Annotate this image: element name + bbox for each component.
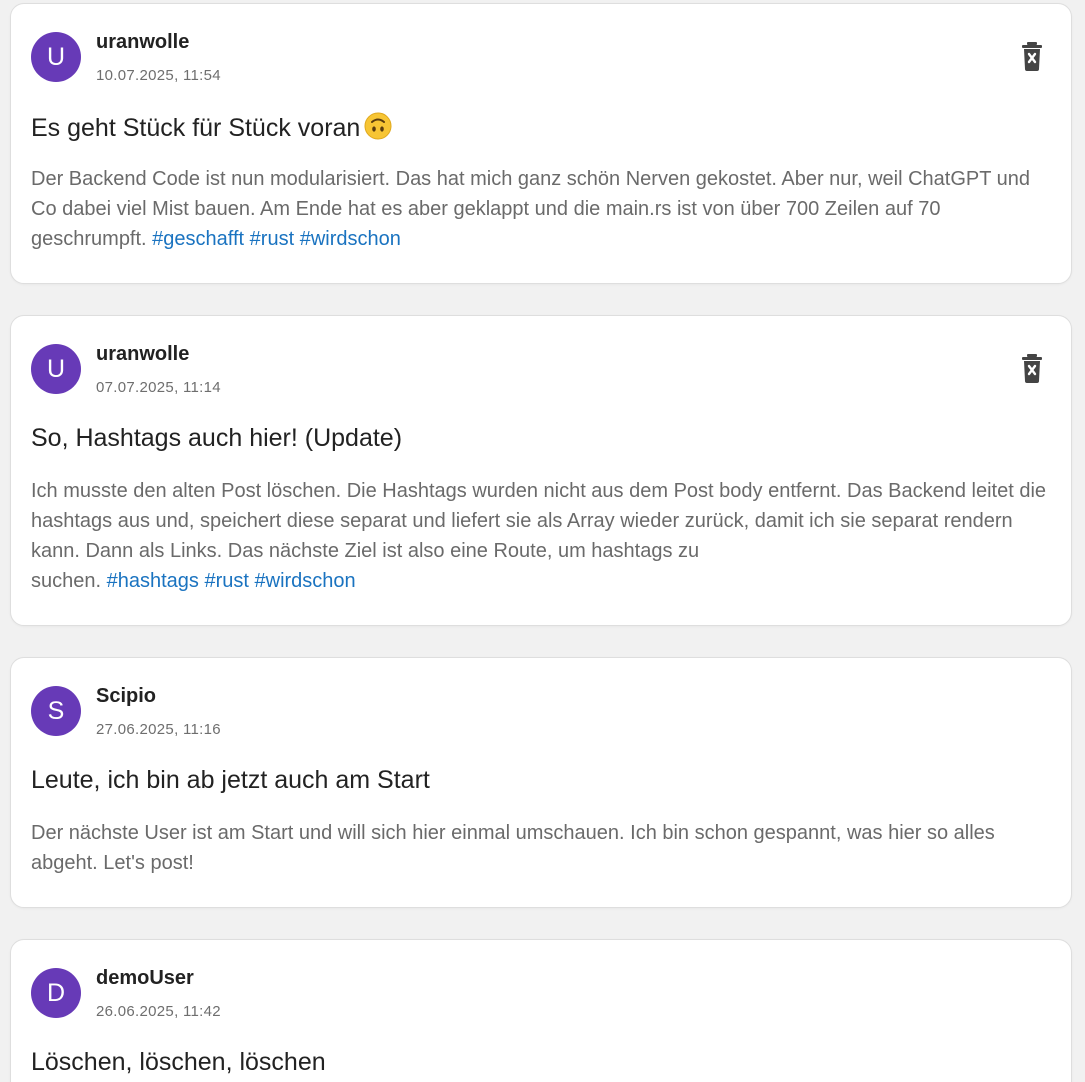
post-body: Der Backend Code ist nun modularisiert. …: [31, 168, 1031, 250]
post-body: Der nächste User ist am Start und will s…: [31, 822, 995, 874]
post-timestamp: 10.07.2025, 11:54: [96, 67, 221, 84]
avatar: U: [31, 32, 81, 82]
post-timestamp: 27.06.2025, 11:16: [96, 721, 221, 738]
post-timestamp: 07.07.2025, 11:14: [96, 379, 221, 396]
trash-icon: [1022, 354, 1042, 383]
hashtag-link[interactable]: #wirdschon: [255, 570, 356, 592]
avatar: S: [31, 686, 81, 736]
upside-down-face-icon: [364, 112, 392, 140]
post-card: U uranwolle 10.07.2025, 11:54 Es geht St…: [10, 3, 1072, 284]
post-card: D demoUser 26.06.2025, 11:42 Löschen, lö…: [10, 939, 1072, 1082]
post-title: Löschen, löschen, löschen: [31, 1048, 326, 1076]
post-card: S Scipio 27.06.2025, 11:16 Leute, ich bi…: [10, 657, 1072, 908]
post-feed: U uranwolle 10.07.2025, 11:54 Es geht St…: [0, 0, 1085, 1082]
hashtag-link[interactable]: #rust: [250, 228, 294, 250]
hashtag-link[interactable]: #geschafft: [152, 228, 244, 250]
post-body: Ich musste den alten Post löschen. Die H…: [31, 480, 1047, 592]
delete-post-button[interactable]: [1019, 40, 1045, 72]
post-title: Leute, ich bin ab jetzt auch am Start: [31, 766, 430, 794]
post-author[interactable]: Scipio: [96, 685, 156, 708]
delete-post-button[interactable]: [1019, 352, 1045, 384]
post-author[interactable]: demoUser: [96, 967, 194, 990]
post-timestamp: 26.06.2025, 11:42: [96, 1003, 221, 1020]
post-title: So, Hashtags auch hier! (Update): [31, 424, 403, 452]
hashtag-link[interactable]: #rust: [204, 570, 248, 592]
post-card: U uranwolle 07.07.2025, 11:14 So, Hashta…: [10, 315, 1072, 626]
avatar: U: [31, 344, 81, 394]
avatar: D: [31, 968, 81, 1018]
post-title: Es geht Stück für Stück voran: [31, 112, 392, 143]
post-author[interactable]: uranwolle: [96, 31, 189, 54]
trash-icon: [1022, 42, 1042, 71]
post-author[interactable]: uranwolle: [96, 343, 189, 366]
hashtag-link[interactable]: #wirdschon: [300, 228, 401, 250]
hashtag-link[interactable]: #hashtags: [107, 570, 199, 592]
